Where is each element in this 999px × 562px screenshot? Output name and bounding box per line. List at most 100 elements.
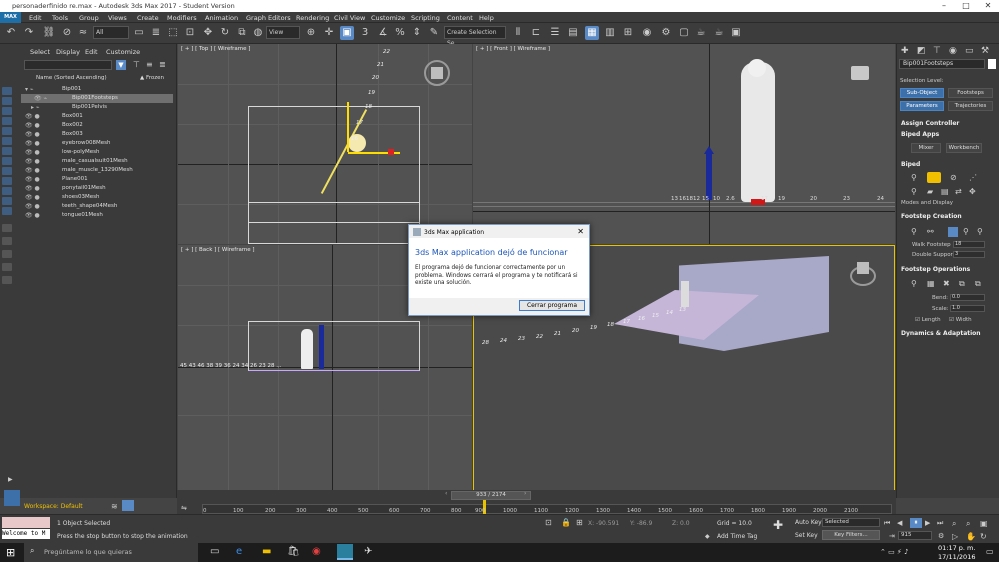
- display-cameras-icon[interactable]: [2, 127, 12, 135]
- hierarchy-tab-icon[interactable]: ⊤: [933, 46, 941, 56]
- object-color-swatch[interactable]: [988, 59, 996, 69]
- menu-modifiers[interactable]: Modifiers: [167, 14, 197, 22]
- display-groups-icon[interactable]: [2, 157, 12, 165]
- select-object-icon[interactable]: ▭: [132, 26, 146, 40]
- menu-customize[interactable]: Customize: [371, 14, 405, 22]
- jump-gait-icon[interactable]: ⚲: [977, 227, 983, 236]
- motion-flow-icon[interactable]: ⊘: [950, 173, 957, 182]
- file-explorer-icon[interactable]: ▬: [262, 546, 271, 557]
- list-item[interactable]: 👁 ● Box001: [21, 112, 173, 121]
- z-coordinate[interactable]: Z: 0.0: [672, 520, 690, 527]
- layer-explorer-icon[interactable]: ▤: [566, 26, 580, 40]
- time-tag-icon[interactable]: ◆: [705, 533, 710, 540]
- filter-icon[interactable]: ▼: [116, 60, 126, 70]
- menu-rendering[interactable]: Rendering: [296, 14, 329, 22]
- copy-footsteps-icon[interactable]: ⧉: [959, 279, 965, 289]
- viewport-label-top[interactable]: [ + ] [ Top ] [ Wireframe ]: [181, 46, 250, 52]
- 3dsmax-taskbar-icon[interactable]: [337, 544, 353, 560]
- visibility-icon[interactable]: 👁 ●: [25, 112, 40, 121]
- run-gait-icon[interactable]: ⚲: [963, 227, 969, 236]
- current-frame-field[interactable]: 915: [898, 531, 932, 540]
- list-item[interactable]: 👁 ● shoes03Mesh: [21, 193, 173, 202]
- app-taskbar-icon[interactable]: ✈: [364, 546, 372, 557]
- time-next-icon[interactable]: ›: [524, 490, 526, 497]
- menu-tools[interactable]: Tools: [52, 14, 68, 22]
- sync-selection-icon[interactable]: [2, 263, 12, 271]
- layer-icon[interactable]: ≣: [159, 60, 166, 69]
- list-item[interactable]: 👁 ● tongue01Mesh: [21, 211, 173, 220]
- render-production-icon[interactable]: ☕: [694, 26, 708, 40]
- rollout-assign-controller[interactable]: Assign Controller: [901, 120, 959, 127]
- task-view-icon[interactable]: ▭: [210, 546, 219, 557]
- list-item[interactable]: ▾ ⌁ Bip001: [21, 85, 173, 94]
- rollout-footstep-operations[interactable]: Footstep Operations: [901, 266, 970, 273]
- absolute-mode-icon[interactable]: ⊞: [576, 518, 583, 527]
- align-icon[interactable]: ⊏: [529, 26, 543, 40]
- expand-icon[interactable]: ▾ ⌁: [25, 85, 34, 94]
- display-bones-icon[interactable]: [2, 177, 12, 185]
- list-item[interactable]: ▸ ⌁ Bip001Pelvis: [21, 103, 173, 112]
- chrome-icon[interactable]: ◉: [312, 546, 321, 557]
- list-item[interactable]: 👁 ● eyebrow008Mesh: [21, 139, 173, 148]
- expand-icon[interactable]: ▸ ⌁: [31, 103, 40, 112]
- visibility-icon[interactable]: 👁 ●: [25, 121, 40, 130]
- go-to-start-icon[interactable]: ⏮: [884, 519, 890, 528]
- time-prev-icon[interactable]: ‹: [445, 490, 447, 497]
- tab-select[interactable]: Select: [30, 48, 50, 56]
- zoom-icon[interactable]: ⌕: [952, 519, 956, 529]
- display-tab-icon[interactable]: ▭: [965, 46, 974, 56]
- visibility-icon[interactable]: 👁 ●: [25, 157, 40, 166]
- percent-snap-icon[interactable]: %: [393, 26, 407, 40]
- visibility-icon[interactable]: 👁 ●: [25, 148, 40, 157]
- workbench-button[interactable]: Workbench: [946, 143, 982, 153]
- minimize-button[interactable]: –: [933, 0, 955, 12]
- selection-lock-icon[interactable]: 🔒: [561, 518, 571, 527]
- zoom-all-icon[interactable]: ⌕: [966, 519, 970, 529]
- visibility-icon[interactable]: 👁 ●: [25, 166, 40, 175]
- orbit-icon[interactable]: ↻: [980, 532, 987, 541]
- angle-snap-icon[interactable]: ∡: [376, 26, 390, 40]
- menu-views[interactable]: Views: [108, 14, 127, 22]
- menu-content[interactable]: Content: [447, 14, 473, 22]
- list-item[interactable]: 👁 ● teeth_shape04Mesh: [21, 202, 173, 211]
- visibility-icon[interactable]: 👁 ●: [25, 184, 40, 193]
- display-lights-icon[interactable]: [2, 117, 12, 125]
- create-footsteps-append-icon[interactable]: ⚲: [911, 227, 917, 236]
- convert-icon[interactable]: ⇄: [955, 187, 962, 196]
- scale-icon[interactable]: ⧉: [235, 26, 249, 40]
- track-bar-toggle-icon[interactable]: ⇋: [181, 504, 187, 512]
- material-editor-icon[interactable]: ◉: [640, 26, 654, 40]
- visibility-icon[interactable]: 👁 ⌁: [34, 94, 47, 103]
- select-manipulate-icon[interactable]: ✛: [322, 26, 336, 40]
- trajectories-button[interactable]: Trajectories: [948, 101, 993, 111]
- create-keys-icon[interactable]: ⚲: [911, 279, 917, 288]
- display-none-icon[interactable]: [2, 87, 12, 95]
- key-mode-icon[interactable]: ⇥: [889, 532, 895, 540]
- double-support-spinner[interactable]: 3: [953, 251, 985, 258]
- list-item[interactable]: 👁 ● male_casualsuit01Mesh: [21, 157, 173, 166]
- spinner-snap-icon[interactable]: ⇕: [410, 26, 424, 40]
- close-icon[interactable]: ✕: [577, 227, 584, 236]
- figure-mode-icon[interactable]: ⚲: [911, 173, 917, 182]
- windows-start-icon[interactable]: ⊞: [6, 546, 15, 559]
- list-item[interactable]: 👁 ● Box003: [21, 130, 173, 139]
- rollout-dynamics-adaptation[interactable]: Dynamics & Adaptation: [901, 330, 981, 337]
- tab-display[interactable]: Display: [56, 48, 80, 56]
- keyboard-shortcut-override-icon[interactable]: ▣: [340, 26, 354, 40]
- list-item[interactable]: 👁 ● low-polyMesh: [21, 148, 173, 157]
- utilities-tab-icon[interactable]: ⚒: [981, 46, 989, 56]
- time-config-icon[interactable]: ⚙: [938, 532, 944, 540]
- rollout-biped-apps[interactable]: Biped Apps: [901, 131, 939, 138]
- scene-explorer-toggle-icon[interactable]: ☰: [548, 26, 562, 40]
- stop-icon[interactable]: ⏸: [910, 518, 922, 528]
- mixer-button[interactable]: Mixer: [911, 143, 941, 153]
- time-slider[interactable]: 933 / 2174: [451, 491, 531, 500]
- walk-gait-icon[interactable]: [948, 227, 958, 237]
- sort-icon[interactable]: ≡: [146, 60, 153, 69]
- viewcube-icon[interactable]: [851, 66, 869, 80]
- edge-browser-icon[interactable]: e: [236, 546, 242, 557]
- width-checkbox[interactable]: ☑ Width: [949, 317, 972, 323]
- column-frozen-header[interactable]: ▲ Frozen: [140, 75, 164, 81]
- display-spacewarps-icon[interactable]: [2, 147, 12, 155]
- create-tab-icon[interactable]: ✚: [901, 46, 909, 56]
